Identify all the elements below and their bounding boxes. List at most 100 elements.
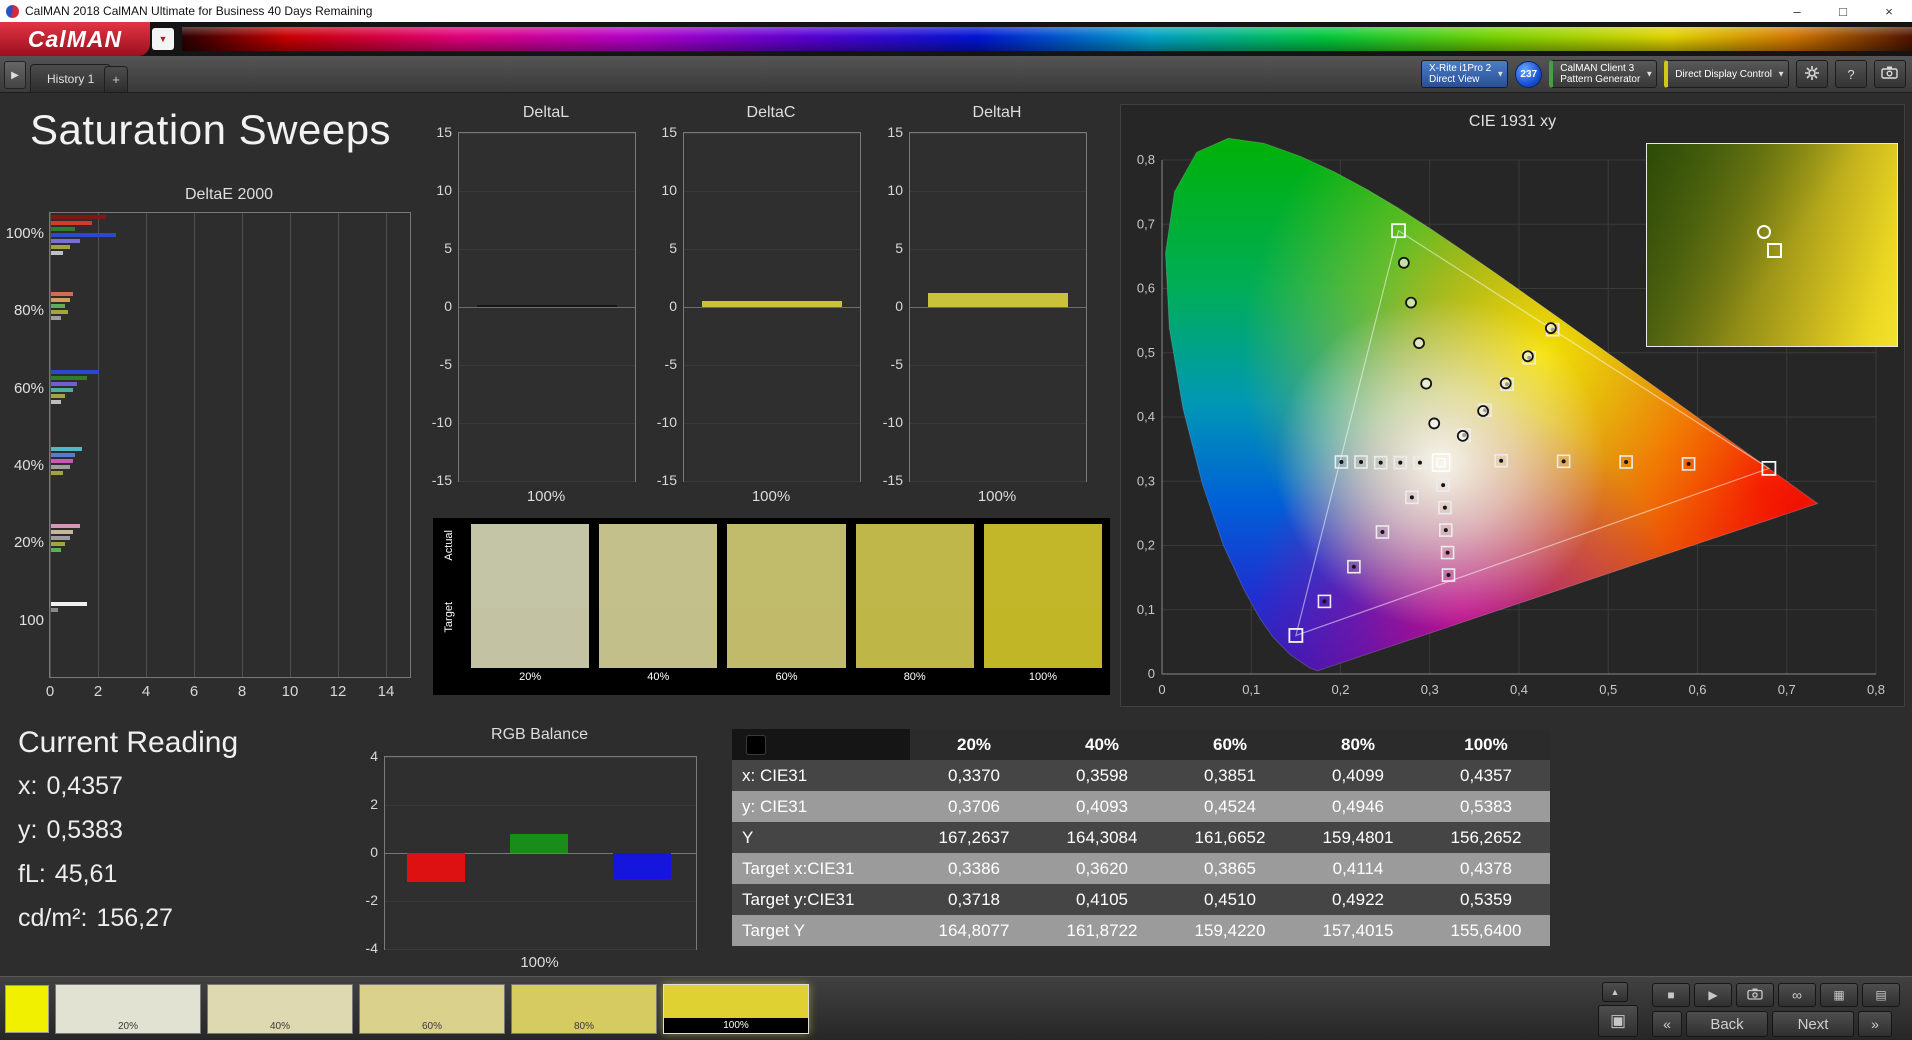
deltae-axis-tick: 0 [45,683,55,700]
calman-logo[interactable]: CalMAN [0,22,150,56]
capture-button[interactable] [1874,60,1906,88]
deltae-group-label: 80% [13,302,44,320]
actual-swatch [855,524,974,608]
camera-icon [1881,66,1899,82]
cie-title: CIE 1931 xy [1468,113,1557,130]
deltae-bar [51,530,73,535]
rgb-balance-title: RGB Balance [491,726,588,743]
continuous-measure-button[interactable]: ∞ [1778,983,1816,1007]
deltae-bar [51,447,83,451]
axis-tick-label: -2 [365,892,378,908]
gridline [910,133,1086,134]
gridline [910,191,1086,192]
rgb-balance-plot [384,756,697,950]
tab-history-1[interactable]: History 1 [30,64,112,92]
table-cell: 0,5383 [1422,791,1550,822]
pattern-level-button[interactable]: 60% [359,984,505,1034]
pattern-level-label: 40% [269,1021,290,1032]
calman-app: CalMAN 2018 CalMAN Ultimate for Business… [0,0,1912,1040]
deltac-plot [683,132,861,482]
pattern-level-label: 100% [664,1018,808,1033]
deltae-bar [51,233,116,237]
meter-dropdown[interactable]: X-Rite i1Pro 2 Direct View ▼ [1421,60,1509,88]
svg-text:0,3: 0,3 [1137,473,1155,488]
list-view-button[interactable]: ▤ [1862,983,1900,1007]
axis-tick-label: 0 [444,298,452,314]
svg-text:0,7: 0,7 [1778,682,1796,697]
swatch-label: 60% [775,671,798,683]
toolbar: ▶ History 1 + X-Rite i1Pro 2 Direct View… [0,56,1912,93]
axis-tick-label: 5 [444,240,452,256]
back-button[interactable]: Back [1686,1011,1768,1037]
snapshot-button[interactable] [1736,983,1774,1007]
table-cell: x: CIE31 [732,760,910,791]
pattern-level-button[interactable]: 40% [207,984,353,1034]
inset-measured-marker [1757,224,1771,239]
svg-text:0: 0 [1148,666,1155,681]
next-button[interactable]: Next [1772,1011,1854,1037]
minimize-button[interactable]: – [1774,0,1820,22]
close-button[interactable]: × [1866,0,1912,22]
deltae-bar [51,221,92,225]
cie-measured-marker [1397,256,1410,269]
grid-view-button[interactable]: ▦ [1820,983,1858,1007]
svg-text:0,6: 0,6 [1688,682,1706,697]
svg-text:0: 0 [1158,682,1165,697]
svg-text:0,5: 0,5 [1137,345,1155,360]
pattern-window-button[interactable]: ▣ [1598,1005,1638,1037]
brand-row: CalMAN ▼ [0,22,1912,56]
skip-back-button[interactable]: « [1652,1011,1682,1037]
deltae-bar [51,399,61,404]
deltae-bar [51,459,73,463]
actual-row-label: Actual [443,530,455,561]
svg-text:0,6: 0,6 [1137,281,1155,296]
pattern-level-button[interactable]: 80% [511,984,657,1034]
add-tab-button[interactable]: + [104,66,128,92]
deltae-axis-tick: 4 [141,683,151,700]
cie-measured-marker [1413,337,1425,350]
pattern-generator-dropdown[interactable]: CalMAN Client 3 Pattern Generator ▼ [1549,60,1658,88]
reading-y: y: 0,5383 [18,816,123,844]
deltac-xlabel: 100% [751,488,791,505]
deltae-bar [51,375,87,380]
deltae-group-label: 100 [18,611,44,629]
svg-text:0,4: 0,4 [1510,682,1528,697]
help-button[interactable]: ? [1835,60,1867,88]
infinity-icon: ∞ [1792,987,1802,1003]
pattern-level-button[interactable]: 100% [663,984,809,1034]
svg-text:0,7: 0,7 [1137,216,1155,231]
maximize-button[interactable]: □ [1820,0,1866,22]
play-button[interactable]: ▶ [1694,983,1732,1007]
pattern-generator-mode: Pattern Generator [1560,74,1641,85]
table-header-cell: 40% [1038,729,1166,760]
settings-button[interactable] [1796,60,1828,88]
gridline [910,249,1086,250]
axis-tick-label: 2 [370,796,378,812]
pattern-level-button[interactable]: 20% [55,984,201,1034]
deltae-bar [51,369,99,374]
display-control-dropdown[interactable]: Direct Display Control ▼ [1664,60,1789,88]
table-cell: 0,4099 [1294,760,1422,791]
deltae-bar [51,387,73,392]
deltae-axis-tick: 8 [237,683,247,700]
table-corner-icon [746,734,766,755]
skip-forward-button[interactable]: » [1858,1011,1892,1037]
expand-panel-button[interactable]: ▶ [4,61,26,89]
rgb-bar [407,853,465,882]
table-cell: Target y:CIE31 [732,884,910,915]
rgb-bar [510,833,568,853]
axis-tick-label: 0 [669,298,677,314]
chevron-down-icon: ▼ [1645,69,1654,79]
target-swatch [471,608,590,668]
deltae-group-label: 20% [13,534,44,552]
logo-dropdown-icon[interactable]: ▼ [152,28,174,50]
svg-text:0,5: 0,5 [1599,682,1617,697]
actual-swatch [599,524,718,608]
deltae-bar [51,227,75,231]
eject-button[interactable]: ▲ [1602,982,1628,1002]
svg-text:0,3: 0,3 [1421,682,1439,697]
camera-icon [1747,988,1763,1003]
stop-button[interactable]: ■ [1652,983,1690,1007]
spectrum-gradient-bar [182,27,1912,51]
gridline [910,307,1086,308]
